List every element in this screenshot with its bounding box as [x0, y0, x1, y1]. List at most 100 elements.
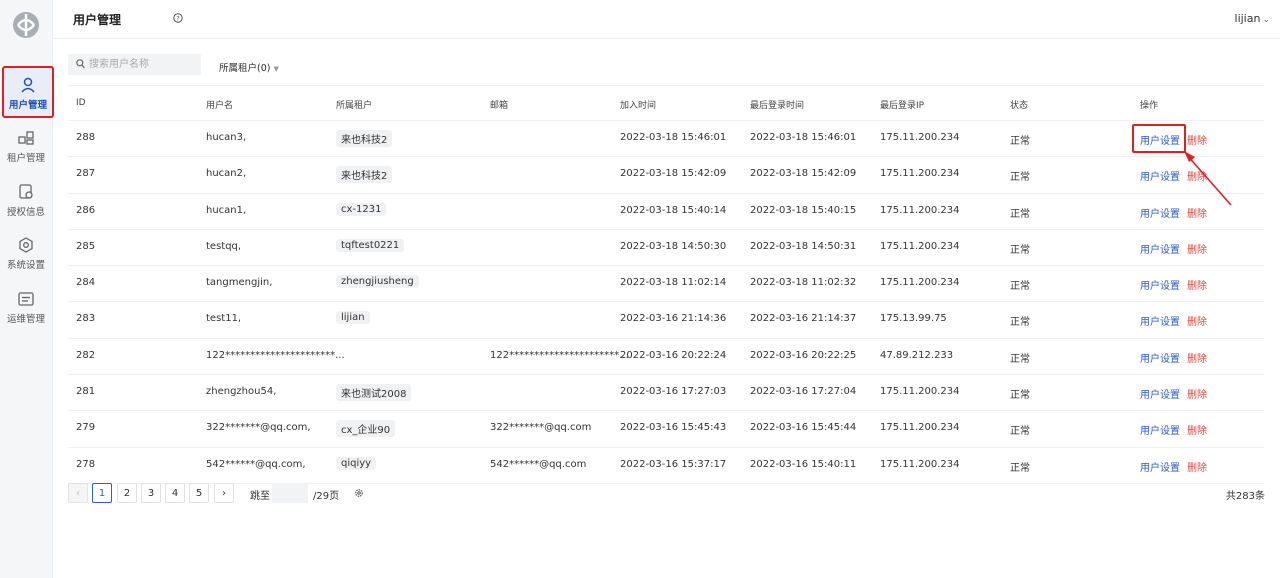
cell-email: 542******@qq.com — [490, 458, 587, 470]
page-button-1[interactable]: 1 — [92, 483, 112, 503]
cell-id: 284 — [76, 277, 96, 289]
user-settings-link[interactable]: 用户设置 — [1140, 168, 1180, 183]
cell-joined: 2022-03-18 11:02:14 — [620, 277, 727, 289]
sidebar-item-license-info[interactable]: 授权信息 — [0, 177, 52, 227]
tenant-tag: cx-1231 — [336, 202, 387, 216]
user-settings-link[interactable]: 用户设置 — [1140, 350, 1180, 365]
cell-username: tangmengjin, — [206, 277, 273, 289]
tenant-tag: cx_企业90 — [336, 420, 396, 438]
cell-id: 281 — [76, 386, 96, 398]
column-header-email: 邮箱 — [490, 101, 509, 111]
delete-link[interactable]: 删除 — [1187, 386, 1207, 401]
table-row: 285 testqq, tqftest0221 2022-03-18 14:50… — [68, 230, 1264, 267]
user-settings-link[interactable]: 用户设置 — [1140, 459, 1180, 474]
cell-joined: 2022-03-16 15:37:17 — [620, 458, 727, 470]
cell-ip: 175.11.200.234 — [880, 277, 960, 289]
tenant-tag: qiqiyy — [336, 456, 377, 470]
cell-username: zhengzhou54, — [206, 386, 277, 398]
table-row: 284 tangmengjin, zhengjiusheng 2022-03-1… — [68, 266, 1264, 303]
cell-status: 正常 — [1010, 281, 1030, 293]
chevron-down-icon: ⌄ — [1262, 15, 1270, 25]
cell-ip: 175.11.200.234 — [880, 386, 960, 398]
annotation-arrow-icon — [1184, 151, 1232, 206]
delete-link[interactable]: 删除 — [1187, 350, 1207, 365]
cell-id: 285 — [76, 240, 96, 252]
jump-page-input[interactable] — [272, 483, 308, 503]
table-row: 282 122**********************... 122****… — [68, 339, 1264, 376]
delete-link[interactable]: 删除 — [1187, 313, 1207, 328]
cell-status: 正常 — [1010, 390, 1030, 402]
delete-link[interactable]: 删除 — [1187, 422, 1207, 437]
sidebar: 用户管理 租户管理 授权信息 系统设置 运维管理 — [0, 0, 54, 578]
next-page-button[interactable]: › — [214, 483, 234, 503]
table-row: 278 542******@qq.com, qiqiyy 542******@q… — [68, 448, 1264, 484]
cell-status: 正常 — [1010, 462, 1030, 474]
cell-last-login: 2022-03-18 15:42:09 — [750, 168, 857, 180]
page-button-2[interactable]: 2 — [117, 483, 137, 503]
sidebar-item-system-settings[interactable]: 系统设置 — [0, 230, 52, 280]
user-settings-link[interactable]: 用户设置 — [1140, 132, 1180, 147]
cell-username: 122**********************... — [206, 349, 345, 361]
search-input[interactable] — [89, 56, 195, 72]
sidebar-item-label: 用户管理 — [8, 100, 47, 111]
page-button-3[interactable]: 3 — [141, 483, 161, 503]
user-settings-link[interactable]: 用户设置 — [1140, 277, 1180, 292]
cell-joined: 2022-03-18 15:42:09 — [620, 168, 727, 180]
tenant-tag: lijian — [336, 311, 370, 325]
cell-status: 正常 — [1010, 244, 1030, 256]
page-title: 用户管理 — [73, 13, 122, 27]
cell-joined: 2022-03-16 21:14:36 — [620, 313, 727, 325]
cell-username: hucan2, — [206, 168, 247, 180]
total-count: 共283条 — [1225, 491, 1265, 502]
cell-ip: 47.89.212.233 — [880, 349, 954, 361]
user-settings-link[interactable]: 用户设置 — [1140, 386, 1180, 401]
cell-ip: 175.11.200.234 — [880, 240, 960, 252]
cell-last-login: 2022-03-16 15:40:11 — [750, 458, 857, 470]
cell-status: 正常 — [1010, 317, 1030, 329]
sidebar-item-ops-management[interactable]: 运维管理 — [0, 284, 52, 334]
cell-joined: 2022-03-16 15:45:43 — [620, 422, 727, 434]
total-pages-label: /29页 — [313, 491, 340, 502]
cell-email: 122**********************... — [490, 349, 629, 361]
delete-link[interactable]: 删除 — [1187, 241, 1207, 256]
tenant-filter-dropdown[interactable]: 所属租户(0) ▼ — [219, 60, 279, 74]
prev-page-button[interactable]: ‹ — [68, 483, 88, 503]
cell-status: 正常 — [1010, 426, 1030, 438]
cell-ip: 175.11.200.234 — [880, 168, 960, 180]
sidebar-item-label: 运维管理 — [6, 314, 45, 325]
cell-status: 正常 — [1010, 136, 1030, 147]
user-settings-link[interactable]: 用户设置 — [1140, 313, 1180, 328]
settings-icon — [19, 237, 33, 253]
sidebar-item-user-management[interactable]: 用户管理 — [2, 66, 54, 118]
page-button-4[interactable]: 4 — [165, 483, 185, 503]
user-menu[interactable]: lijian ⌄ — [1235, 12, 1270, 25]
delete-link[interactable]: 删除 — [1187, 459, 1207, 474]
delete-link[interactable]: 删除 — [1187, 132, 1207, 147]
table-row: 281 zhengzhou54, 来也测试2008 2022-03-16 17:… — [68, 375, 1264, 412]
user-settings-link[interactable]: 用户设置 — [1140, 241, 1180, 256]
column-header-username: 用户名 — [206, 101, 234, 111]
help-icon[interactable]: ? — [173, 13, 183, 23]
tenant-tag: tqftest0221 — [336, 238, 405, 252]
cell-username: 542******@qq.com, — [206, 458, 306, 470]
cell-status: 正常 — [1010, 172, 1030, 184]
sidebar-item-label: 系统设置 — [6, 260, 45, 271]
user-settings-link[interactable]: 用户设置 — [1140, 205, 1180, 220]
cell-username: hucan3, — [206, 132, 247, 143]
sidebar-item-label: 授权信息 — [6, 207, 45, 218]
cell-id: 282 — [76, 349, 96, 361]
cell-joined: 2022-03-18 15:40:14 — [620, 204, 727, 216]
search-box[interactable] — [68, 54, 201, 75]
user-settings-link[interactable]: 用户设置 — [1140, 422, 1180, 437]
sidebar-item-tenant-management[interactable]: 租户管理 — [0, 123, 52, 173]
table-header: ID 用户名 所属租户 邮箱 加入时间 最后登录时间 最后登录IP 状态 操作 — [68, 85, 1264, 121]
gear-icon[interactable] — [354, 488, 364, 498]
page-button-5[interactable]: 5 — [189, 483, 209, 503]
cell-ip: 175.11.200.234 — [880, 204, 960, 216]
column-header-tenant: 所属租户 — [336, 101, 373, 111]
tenant-filter-label: 所属租户(0) — [219, 63, 271, 74]
table-row: 286 hucan1, cx-1231 2022-03-18 15:40:14 … — [68, 194, 1264, 230]
delete-link[interactable]: 删除 — [1187, 277, 1207, 292]
app-logo-icon[interactable] — [11, 10, 41, 40]
tenant-tag: 来也科技2 — [336, 166, 393, 184]
